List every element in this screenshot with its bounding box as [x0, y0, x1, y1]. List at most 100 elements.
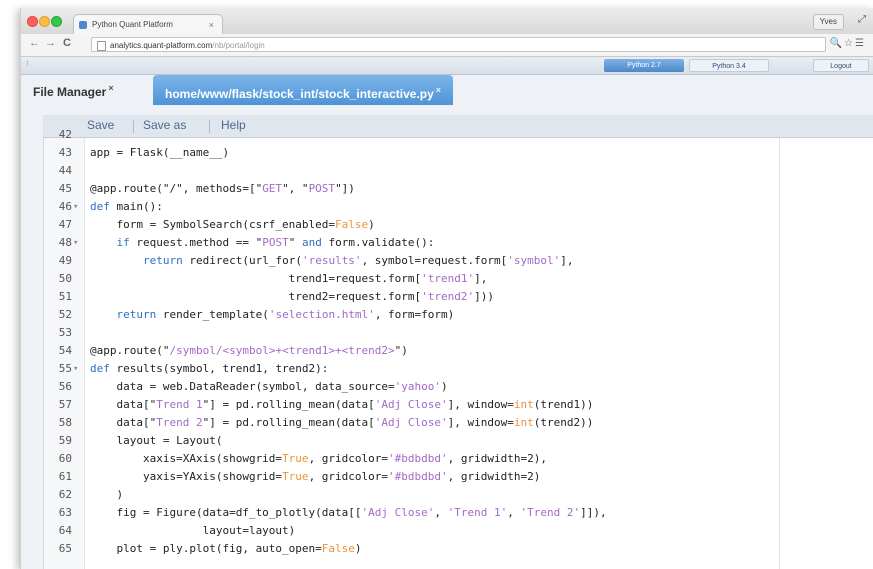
code-line[interactable]: 50 trend1=request.form['trend1'],: [44, 270, 873, 288]
code-text: app = Flask(__name__): [90, 144, 229, 162]
back-arrow-icon[interactable]: ←: [29, 37, 40, 49]
code-token: form.validate():: [321, 236, 435, 249]
zoom-window-icon[interactable]: [51, 16, 62, 27]
file-manager-close-icon[interactable]: ×: [108, 83, 113, 93]
code-token: False: [321, 542, 355, 555]
code-line[interactable]: 45 @app.route("/", methods=["GET", "POST"…: [44, 180, 873, 198]
user-profile-button[interactable]: Yves: [812, 14, 844, 30]
code-line[interactable]: 58 data["Trend 2"] = pd.rolling_mean(dat…: [44, 414, 873, 432]
code-token: , gridwidth=2),: [447, 452, 547, 465]
code-line[interactable]: 44: [44, 162, 873, 180]
code-line[interactable]: 52 return render_template('selection.htm…: [44, 306, 873, 324]
code-line[interactable]: 43 app = Flask(__name__): [44, 144, 873, 162]
code-line[interactable]: 51 trend2=request.form['trend2'])): [44, 288, 873, 306]
code-line[interactable]: 47 form = SymbolSearch(csrf_enabled=Fals…: [44, 216, 873, 234]
line-number: 57: [58, 398, 72, 411]
address-bar-icons[interactable]: 🔍☆☰: [830, 38, 866, 49]
url-input[interactable]: analytics.quant-platform.com/nb/portal/l…: [91, 37, 826, 52]
code-token: "): [394, 344, 408, 357]
code-token: GET: [262, 182, 283, 195]
code-token: if: [116, 236, 130, 249]
code-token: trend1=request.form[: [90, 272, 422, 285]
fold-arrow-icon[interactable]: ▾: [73, 198, 78, 216]
code-line[interactable]: 55 ▾ def results(symbol, trend1, trend2):: [44, 360, 873, 378]
code-token: ,: [507, 506, 521, 519]
python34-button[interactable]: Python 3.4: [689, 59, 769, 72]
logout-button[interactable]: Logout: [813, 59, 869, 72]
code-line[interactable]: 48 ▾ if request.method == "POST" and form…: [44, 234, 873, 252]
code-line[interactable]: 42: [44, 126, 873, 144]
code-token: 'results': [301, 254, 362, 267]
python27-button[interactable]: Python 2.7: [604, 59, 684, 72]
close-window-icon[interactable]: [27, 16, 38, 27]
code-token: True: [282, 470, 309, 483]
code-line[interactable]: 56 data = web.DataReader(symbol, data_so…: [44, 378, 873, 396]
forward-arrow-icon[interactable]: →: [45, 37, 56, 49]
code-token: redirect(url_for(: [182, 254, 302, 267]
fold-arrow-icon[interactable]: ▾: [73, 234, 78, 252]
code-token: 'Adj Close': [361, 506, 435, 519]
code-text: form = SymbolSearch(csrf_enabled=False): [90, 216, 374, 234]
code-token: return: [142, 254, 183, 267]
code-token: data = web.DataReader(symbol, data_sourc…: [90, 380, 395, 393]
code-token: ): [354, 542, 362, 555]
code-token: ],: [474, 272, 488, 285]
code-line[interactable]: 60 xaxis=XAxis(showgrid=True, gridcolor=…: [44, 450, 873, 468]
code-line[interactable]: 64 layout=layout): [44, 522, 873, 540]
line-number: 49: [58, 254, 72, 267]
code-token: def: [90, 362, 110, 375]
line-number: 48: [58, 236, 72, 249]
browser-tab[interactable]: Python Quant Platform ×: [73, 14, 223, 34]
code-line[interactable]: 46 ▾ def main():: [44, 198, 873, 216]
line-number: 54: [58, 344, 72, 357]
code-token: , form=form): [374, 308, 455, 321]
code-text: yaxis=YAxis(showgrid=True, gridcolor='#b…: [90, 468, 540, 486]
code-token: xaxis=XAxis(showgrid=: [90, 452, 283, 465]
code-token: 'Trend 2': [520, 506, 581, 519]
code-token: "] = pd.rolling_mean(data[: [202, 416, 375, 429]
code-line[interactable]: 61 yaxis=YAxis(showgrid=True, gridcolor=…: [44, 468, 873, 486]
code-text: fig = Figure(data=df_to_plotly(data[['Ad…: [90, 504, 606, 522]
code-text: @app.route("/symbol/<symbol>+<trend1>+<t…: [90, 342, 408, 360]
code-token: ,: [434, 506, 448, 519]
code-line[interactable]: 54 @app.route("/symbol/<symbol>+<trend1>+…: [44, 342, 873, 360]
menu-handle-icon[interactable]: ⁝: [26, 59, 29, 68]
code-token: render_template(: [156, 308, 269, 321]
line-number: 60: [58, 452, 72, 465]
code-line[interactable]: 57 data["Trend 1"] = pd.rolling_mean(dat…: [44, 396, 873, 414]
code-token: Trend 2: [156, 416, 203, 429]
reload-icon[interactable]: C: [63, 37, 71, 49]
code-text: plot = ply.plot(fig, auto_open=False): [90, 540, 362, 558]
code-token: Trend 1: [156, 398, 203, 411]
code-line[interactable]: 53: [44, 324, 873, 342]
editor-area: File Manager × home/www/flask/stock_int/s…: [21, 75, 873, 569]
tab-active-file[interactable]: home/www/flask/stock_int/stock_interacti…: [153, 75, 454, 105]
code-token: trend2=request.form[: [90, 290, 422, 303]
line-number: 46: [58, 200, 72, 213]
fold-arrow-icon[interactable]: ▾: [73, 360, 78, 378]
code-text: @app.route("/", methods=["GET", "POST"]): [90, 180, 355, 198]
minimize-window-icon[interactable]: [39, 16, 50, 27]
code-token: yaxis=YAxis(showgrid=: [90, 470, 283, 483]
code-token: '#bdbdbd': [388, 452, 448, 465]
code-text: if request.method == "POST" and form.val…: [90, 234, 435, 252]
code-line[interactable]: 62 ): [44, 486, 873, 504]
url-host: analytics.quant-platform.com: [110, 41, 213, 50]
code-text: ): [90, 486, 123, 504]
line-number: 42: [58, 128, 72, 141]
code-line[interactable]: 63 fig = Figure(data=df_to_plotly(data[[…: [44, 504, 873, 522]
code-editor[interactable]: 42 43 app = Flask(__name__) 44 45 @app.route(…: [43, 128, 873, 569]
active-file-close-icon[interactable]: ×: [436, 85, 441, 95]
code-text: layout = Layout(: [90, 432, 222, 450]
code-line[interactable]: 49 return redirect(url_for('results', sy…: [44, 252, 873, 270]
code-token: (trend1)): [533, 398, 594, 411]
line-number: 64: [58, 524, 72, 537]
tab-file-manager[interactable]: File Manager ×: [33, 83, 114, 99]
code-line[interactable]: 59 layout = Layout(: [44, 432, 873, 450]
tab-close-icon[interactable]: ×: [209, 15, 214, 35]
browser-window: Python Quant Platform × Yves ⤢ ← → C ana…: [20, 8, 873, 569]
fullscreen-icon[interactable]: ⤢: [858, 14, 866, 25]
code-text: def main():: [90, 198, 163, 216]
code-line[interactable]: 65 plot = ply.plot(fig, auto_open=False): [44, 540, 873, 558]
